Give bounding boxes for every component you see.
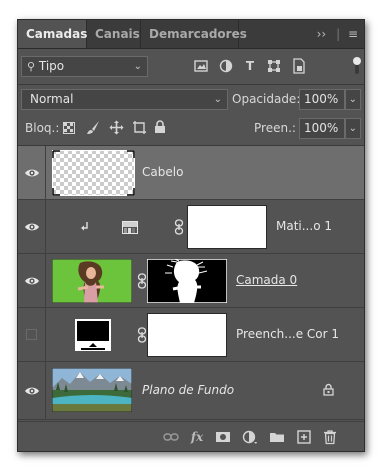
layer-thumbnail[interactable] (52, 150, 135, 196)
tab-canais[interactable]: Canais (87, 20, 141, 48)
layer-row[interactable]: Camada 0 (18, 254, 364, 308)
layers-panel: Camadas Canais Demarcadores ›› | ≡ ⚲ Tip… (17, 19, 365, 452)
eye-icon (25, 277, 39, 285)
layer-mask-thumbnail[interactable] (187, 205, 267, 249)
eye-icon (25, 387, 39, 395)
panel-menu-controls: ›› | ≡ (317, 20, 358, 48)
fill-dropdown[interactable]: ⌄ (345, 118, 361, 139)
layer-name[interactable]: Mati...o 1 (276, 219, 332, 233)
chevron-down-icon: ⌄ (348, 123, 357, 134)
filter-row: ⚲ Tipo ⌄ T (18, 56, 364, 80)
blend-mode-value: Normal (30, 92, 74, 106)
fill-value: 100% (304, 121, 339, 135)
filter-toggle-icon[interactable] (352, 56, 362, 76)
hidden-visibility-box (26, 329, 37, 340)
link-chain-icon[interactable] (174, 219, 184, 235)
lock-label: Bloq.: (25, 121, 60, 135)
trash-icon[interactable] (322, 429, 338, 445)
clipping-mask-icon (81, 222, 88, 231)
opacity-label: Opacidade: (232, 92, 301, 106)
eye-icon (25, 169, 39, 177)
add-mask-icon[interactable] (215, 429, 231, 445)
lock-all-icon[interactable] (154, 120, 166, 134)
lock-transparent-pixels-icon[interactable] (63, 122, 75, 134)
collapse-icon[interactable]: ›› (317, 27, 327, 41)
filter-kind-label: Tipo (38, 59, 65, 73)
layer-mask-thumbnail[interactable] (147, 313, 227, 357)
chevron-down-icon: ⌄ (348, 94, 357, 105)
lock-position-icon[interactable] (109, 120, 124, 135)
tab-demarcadores[interactable]: Demarcadores (141, 20, 247, 48)
layer-mask-thumbnail[interactable] (147, 259, 227, 303)
visibility-toggle[interactable] (18, 146, 46, 199)
layer-name[interactable]: Cabelo (142, 165, 183, 179)
panel-footer: fx (18, 421, 364, 451)
smart-object-filter-icon[interactable] (292, 58, 305, 74)
link-chain-icon[interactable] (137, 273, 147, 289)
shape-layer-filter-icon[interactable] (267, 59, 281, 73)
link-layers-icon[interactable] (163, 429, 179, 445)
layer-row[interactable]: Cabelo (18, 146, 364, 200)
opacity-dropdown[interactable]: ⌄ (345, 89, 361, 110)
panel-menu-icon[interactable]: ≡ (348, 27, 358, 41)
blend-mode-select[interactable]: Normal ⌄ (21, 89, 228, 110)
link-chain-icon[interactable] (137, 327, 147, 343)
tab-camadas[interactable]: Camadas (18, 20, 87, 48)
layer-thumbnail[interactable] (52, 368, 132, 412)
new-group-icon[interactable] (269, 429, 285, 445)
opacity-input[interactable]: 100% (299, 89, 345, 110)
layer-name[interactable]: Plano de Fundo (142, 383, 234, 397)
layer-name[interactable]: Camada 0 (236, 273, 297, 287)
layer-row[interactable]: Plano de Fundo (18, 362, 364, 420)
lock-row: Bloq.: Preen.: 100% ⌄ (18, 117, 364, 141)
fill-input[interactable]: 100% (299, 118, 345, 139)
solid-color-fill-thumbnail[interactable] (75, 319, 111, 351)
opacity-value: 100% (304, 92, 339, 106)
visibility-toggle[interactable] (18, 200, 46, 253)
adjustment-layer-filter-icon[interactable] (219, 59, 233, 73)
blend-row: Normal ⌄ Opacidade: 100% ⌄ (18, 88, 364, 112)
layer-thumbnail[interactable] (52, 259, 132, 303)
lock-artboard-icon[interactable] (132, 120, 147, 135)
visibility-toggle[interactable] (18, 254, 46, 307)
lock-image-pixels-icon[interactable] (86, 120, 101, 135)
lock-icon (323, 383, 334, 396)
divider-icon: | (336, 27, 341, 41)
chevron-down-icon: ⌄ (133, 61, 142, 72)
panel-tabbar: Camadas Canais Demarcadores ›› | ≡ (18, 20, 364, 49)
visibility-toggle[interactable] (18, 308, 46, 361)
type-layer-filter-icon[interactable]: T (242, 58, 258, 74)
eye-icon (25, 223, 39, 231)
search-icon: ⚲ (27, 60, 36, 73)
fill-label: Preen.: (254, 121, 296, 135)
layer-row[interactable]: Mati...o 1 (18, 200, 364, 254)
new-adjustment-layer-icon[interactable] (242, 429, 258, 445)
layer-row[interactable]: Preench...e Cor 1 (18, 308, 364, 362)
fx-icon[interactable]: fx (189, 429, 205, 445)
visibility-toggle[interactable] (18, 362, 46, 419)
layer-name[interactable]: Preench...e Cor 1 (236, 327, 339, 341)
chevron-down-icon: ⌄ (213, 94, 222, 105)
pixel-layer-filter-icon[interactable] (194, 59, 208, 73)
filter-kind-select[interactable]: ⚲ Tipo ⌄ (21, 56, 148, 77)
new-layer-icon[interactable] (296, 429, 312, 445)
layers-list: Cabelo Mati...o 1 Camada 0 Preench...e C… (18, 146, 364, 421)
hue-saturation-adjustment-icon (122, 221, 138, 234)
divider (18, 84, 364, 85)
